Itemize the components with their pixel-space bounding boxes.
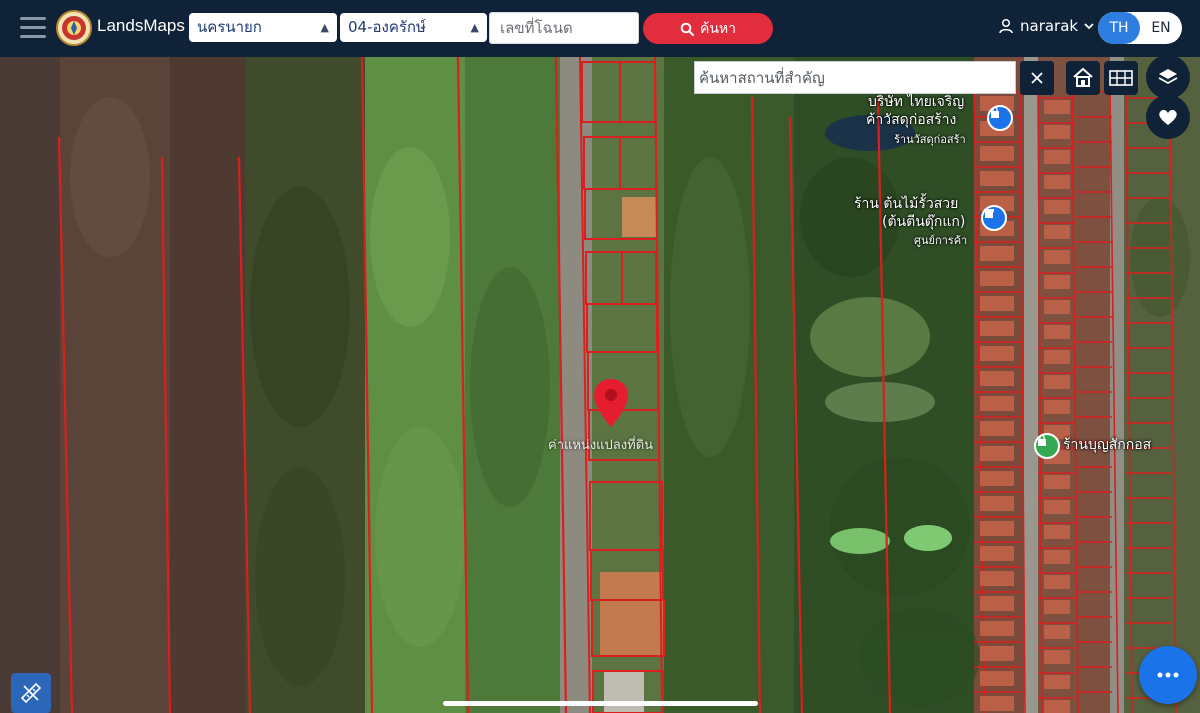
poi-label-company-sub: ค้าวัสดุก่อสร้าง	[866, 112, 957, 128]
poi-label-plant-shop-sub: (ต้นตีนตุ๊กแก)	[882, 214, 966, 230]
clear-search-button[interactable]	[1020, 61, 1054, 95]
more-options-button[interactable]	[1139, 646, 1197, 704]
lang-th-button[interactable]: TH	[1098, 12, 1140, 44]
province-select[interactable]: นครนายก ▲	[189, 13, 337, 42]
search-icon	[680, 22, 694, 36]
shopping-bag-icon[interactable]	[987, 105, 1013, 131]
poi-label-market-shop: ร้านบุญสักกอส	[1063, 437, 1152, 453]
deed-number-input[interactable]	[489, 12, 639, 44]
market-icon[interactable]	[1034, 433, 1060, 459]
user-menu[interactable]: nararak	[998, 17, 1094, 35]
select-arrows-icon: ▲	[470, 21, 479, 34]
search-button-label: ค้นหา	[699, 20, 737, 37]
home-icon	[1073, 67, 1093, 87]
store-icon[interactable]	[981, 205, 1007, 231]
district-select-value: 04-องครักษ์	[348, 18, 426, 36]
measure-tool-button[interactable]	[11, 673, 51, 713]
user-icon	[999, 18, 1013, 34]
chevron-down-icon	[1084, 23, 1094, 30]
district-select[interactable]: 04-องครักษ์ ▲	[340, 13, 487, 42]
close-icon	[1031, 72, 1043, 84]
language-toggle: TH EN	[1098, 12, 1182, 44]
landsmaps-logo-icon	[56, 10, 92, 46]
lang-en-button[interactable]: EN	[1140, 12, 1182, 44]
poi-label-company-sub2: ร้านวัสดุก่อสร้า	[894, 133, 966, 146]
more-dots-icon	[1157, 672, 1179, 678]
location-pin-icon[interactable]	[592, 377, 630, 429]
ruler-pencil-icon	[20, 682, 42, 704]
province-select-value: นครนายก	[197, 18, 262, 36]
heart-icon	[1159, 109, 1177, 125]
parcel-location-label: ค่าแหน่งแปลงที่ดิน	[548, 438, 654, 453]
app-brand: LandsMaps	[97, 16, 185, 35]
search-button[interactable]: ค้นหา	[643, 13, 773, 44]
home-button[interactable]	[1066, 61, 1100, 95]
grid-toggle-button[interactable]	[1104, 61, 1138, 95]
place-search-input[interactable]	[694, 61, 1016, 94]
layers-button[interactable]	[1146, 55, 1190, 99]
layers-icon	[1158, 69, 1178, 85]
poi-label-company: บริษัท ไทยเจริญ	[868, 94, 965, 110]
poi-label-plant-shop-sub2: ศูนย์การค้า	[914, 234, 968, 247]
top-navigation-bar: LandsMaps นครนายก ▲ 04-องครักษ์ ▲ ค้นหา …	[0, 0, 1200, 57]
favorites-button[interactable]	[1146, 95, 1190, 139]
user-name: nararak	[1020, 17, 1079, 35]
select-arrows-icon: ▲	[320, 21, 329, 34]
home-indicator-bar	[443, 701, 758, 706]
grid-icon	[1109, 70, 1133, 86]
poi-label-plant-shop: ร้าน ต้นไม้รั้วสวย	[854, 196, 959, 212]
satellite-map[interactable]: บริษัท ไทยเจริญ ค้าวัสดุก่อสร้าง ร้านวัส…	[0, 57, 1200, 713]
menu-icon[interactable]	[20, 17, 46, 39]
